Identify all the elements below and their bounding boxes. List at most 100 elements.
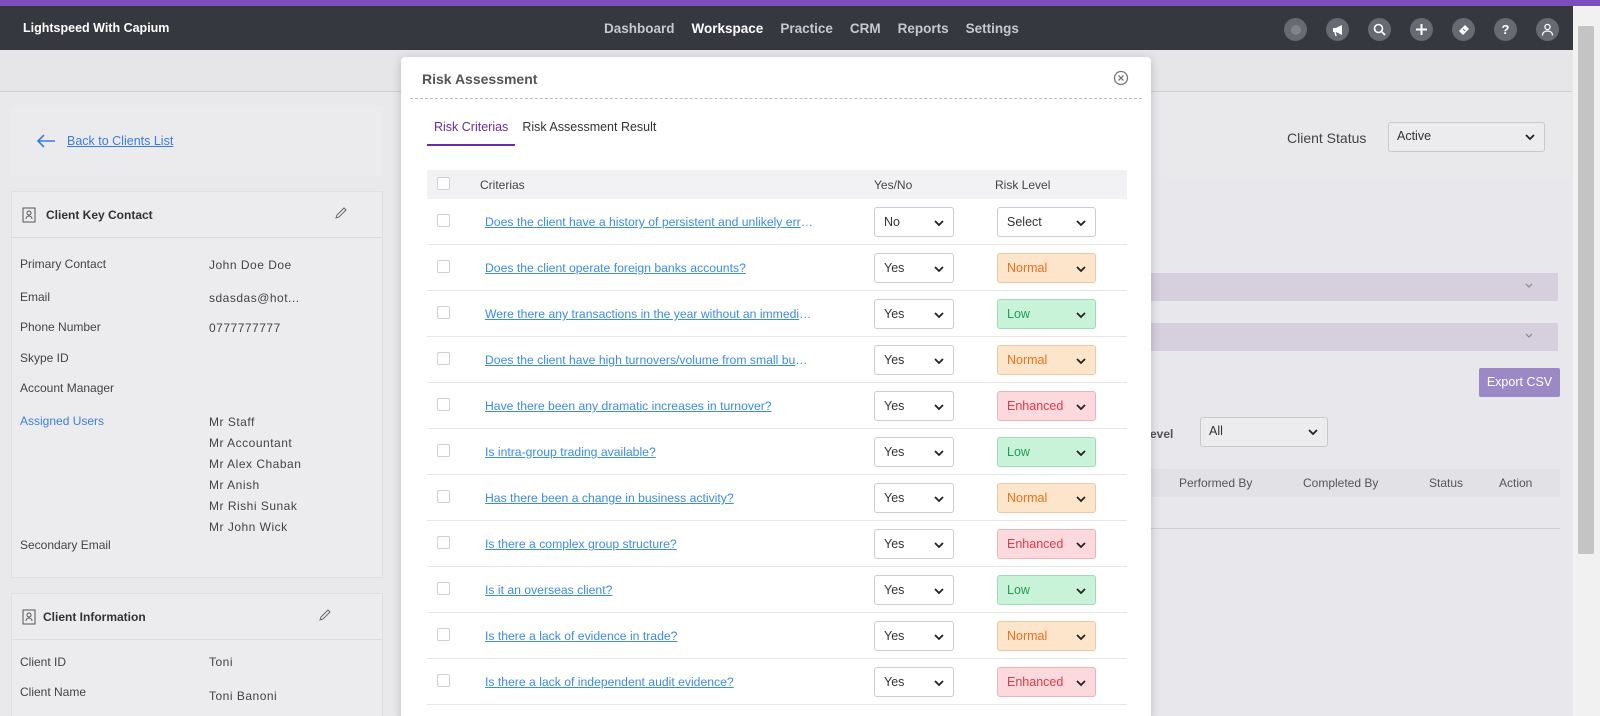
- top-navigation-bar: Lightspeed With Capium Dashboard Workspa…: [0, 6, 1600, 50]
- chevron-down-icon: [934, 542, 944, 549]
- yes-no-select[interactable]: Yes: [874, 529, 954, 559]
- accordion-section[interactable]: [1150, 273, 1558, 301]
- status-dot-icon[interactable]: [1284, 18, 1307, 41]
- nav-icon-group: ?: [1284, 18, 1559, 41]
- criteria-link[interactable]: Is there a lack of independent audit evi…: [485, 675, 813, 689]
- risk-level-select[interactable]: Normal: [997, 345, 1096, 375]
- row-checkbox[interactable]: [437, 444, 450, 457]
- criteria-link[interactable]: Have there been any dramatic increases i…: [485, 399, 813, 413]
- brand-logo-text[interactable]: Lightspeed With Capium: [23, 21, 169, 35]
- megaphone-icon[interactable]: [1326, 18, 1349, 41]
- skype-label: Skype ID: [20, 351, 69, 365]
- contact-card-icon: [22, 609, 36, 625]
- chevron-down-icon: [934, 588, 944, 595]
- risk-level-select[interactable]: Normal: [997, 253, 1096, 283]
- edit-pencil-icon[interactable]: [318, 608, 332, 622]
- yes-no-select[interactable]: Yes: [874, 575, 954, 605]
- risk-level-select[interactable]: Enhanced: [997, 529, 1096, 559]
- assigned-user: Mr Accountant: [209, 436, 293, 450]
- back-to-clients-link[interactable]: Back to Clients List: [36, 134, 173, 148]
- nav-item-crm[interactable]: CRM: [850, 21, 881, 36]
- nav-item-settings[interactable]: Settings: [966, 21, 1019, 36]
- chevron-down-icon: [1076, 404, 1086, 411]
- risk-level-value: Select: [1007, 215, 1042, 229]
- tab-risk-assessment-result[interactable]: Risk Assessment Result: [515, 120, 663, 146]
- risk-level-select[interactable]: Select: [997, 207, 1096, 237]
- risk-level-select[interactable]: Low: [997, 437, 1096, 467]
- risk-assessment-modal: Risk Assessment Risk Criterias Risk Asse…: [401, 57, 1151, 716]
- contact-card-icon: [22, 207, 36, 223]
- modal-divider: [410, 98, 1142, 99]
- table-row: Have there been any dramatic increases i…: [427, 383, 1127, 429]
- yes-no-select[interactable]: Yes: [874, 483, 954, 513]
- row-checkbox[interactable]: [437, 306, 450, 319]
- help-icon[interactable]: ?: [1494, 18, 1517, 41]
- row-checkbox[interactable]: [437, 490, 450, 503]
- yes-no-select[interactable]: Yes: [874, 345, 954, 375]
- risk-level-filter-select[interactable]: All: [1200, 417, 1328, 447]
- accordion-section[interactable]: [1150, 323, 1558, 351]
- risk-criteria-table: Criterias Yes/No Risk Level Does the cli…: [427, 170, 1127, 705]
- risk-level-filter-value: All: [1209, 424, 1223, 438]
- risk-level-select[interactable]: Low: [997, 299, 1096, 329]
- row-checkbox[interactable]: [437, 628, 450, 641]
- nav-item-workspace[interactable]: Workspace: [692, 21, 764, 36]
- criteria-link[interactable]: Is intra-group trading available?: [485, 445, 813, 459]
- risk-level-select[interactable]: Enhanced: [997, 667, 1096, 697]
- close-icon[interactable]: [1113, 70, 1129, 86]
- row-checkbox[interactable]: [437, 582, 450, 595]
- edit-pencil-icon[interactable]: [334, 206, 348, 220]
- phone-value: 0777777777: [209, 321, 281, 335]
- client-status-select[interactable]: Active: [1388, 122, 1545, 152]
- yes-no-select[interactable]: Yes: [874, 391, 954, 421]
- criteria-link[interactable]: Is there a lack of evidence in trade?: [485, 629, 813, 643]
- column-criterias: Criterias: [480, 178, 525, 192]
- row-checkbox[interactable]: [437, 352, 450, 365]
- column-risk-level: Risk Level: [995, 178, 1051, 192]
- yes-no-select[interactable]: Yes: [874, 667, 954, 697]
- tab-risk-criterias[interactable]: Risk Criterias: [427, 120, 516, 146]
- nav-item-reports[interactable]: Reports: [898, 21, 949, 36]
- yes-no-select[interactable]: Yes: [874, 437, 954, 467]
- ticket-icon[interactable]: [1452, 18, 1475, 41]
- user-icon[interactable]: [1536, 18, 1559, 41]
- criteria-link[interactable]: Has there been a change in business acti…: [485, 491, 813, 505]
- search-icon[interactable]: [1368, 18, 1391, 41]
- panel-header: Client Key Contact: [12, 192, 382, 238]
- yes-no-select[interactable]: Yes: [874, 253, 954, 283]
- yes-no-select[interactable]: No: [874, 207, 954, 237]
- select-all-checkbox[interactable]: [437, 177, 450, 190]
- yes-no-value: Yes: [884, 675, 905, 689]
- chevron-down-icon: [1076, 542, 1086, 549]
- modal-tabs: Risk Criterias Risk Assessment Result: [427, 120, 663, 146]
- criteria-link[interactable]: Is it an overseas client?: [485, 583, 813, 597]
- chevron-down-icon: [1525, 283, 1533, 288]
- risk-level-select[interactable]: Enhanced: [997, 391, 1096, 421]
- criteria-link[interactable]: Does the client have a history of persis…: [485, 215, 813, 229]
- client-id-label: Client ID: [20, 655, 67, 669]
- row-checkbox[interactable]: [437, 260, 450, 273]
- yes-no-select[interactable]: Yes: [874, 299, 954, 329]
- yes-no-select[interactable]: Yes: [874, 621, 954, 651]
- nav-item-dashboard[interactable]: Dashboard: [604, 21, 675, 36]
- risk-level-select[interactable]: Low: [997, 575, 1096, 605]
- plus-icon[interactable]: [1410, 18, 1433, 41]
- page-scrollbar-thumb[interactable]: [1578, 26, 1594, 554]
- row-checkbox[interactable]: [437, 214, 450, 227]
- row-checkbox[interactable]: [437, 536, 450, 549]
- criteria-link[interactable]: Does the client operate foreign banks ac…: [485, 261, 813, 275]
- risk-level-select[interactable]: Normal: [997, 621, 1096, 651]
- chevron-down-icon: [934, 496, 944, 503]
- criteria-link[interactable]: Does the client have high turnovers/volu…: [485, 353, 813, 367]
- criteria-link[interactable]: Were there any transactions in the year …: [485, 307, 813, 321]
- criteria-link[interactable]: Is there a complex group structure?: [485, 537, 813, 551]
- export-csv-button[interactable]: Export CSV: [1479, 368, 1560, 397]
- assigned-user: Mr Alex Chaban: [209, 457, 302, 471]
- row-checkbox[interactable]: [437, 674, 450, 687]
- risk-level-select[interactable]: Normal: [997, 483, 1096, 513]
- assigned-users-label[interactable]: Assigned Users: [20, 414, 104, 428]
- column-status: Status: [1429, 476, 1464, 490]
- row-checkbox[interactable]: [437, 398, 450, 411]
- risk-level-filter-label: evel: [1150, 427, 1174, 441]
- nav-item-practice[interactable]: Practice: [780, 21, 833, 36]
